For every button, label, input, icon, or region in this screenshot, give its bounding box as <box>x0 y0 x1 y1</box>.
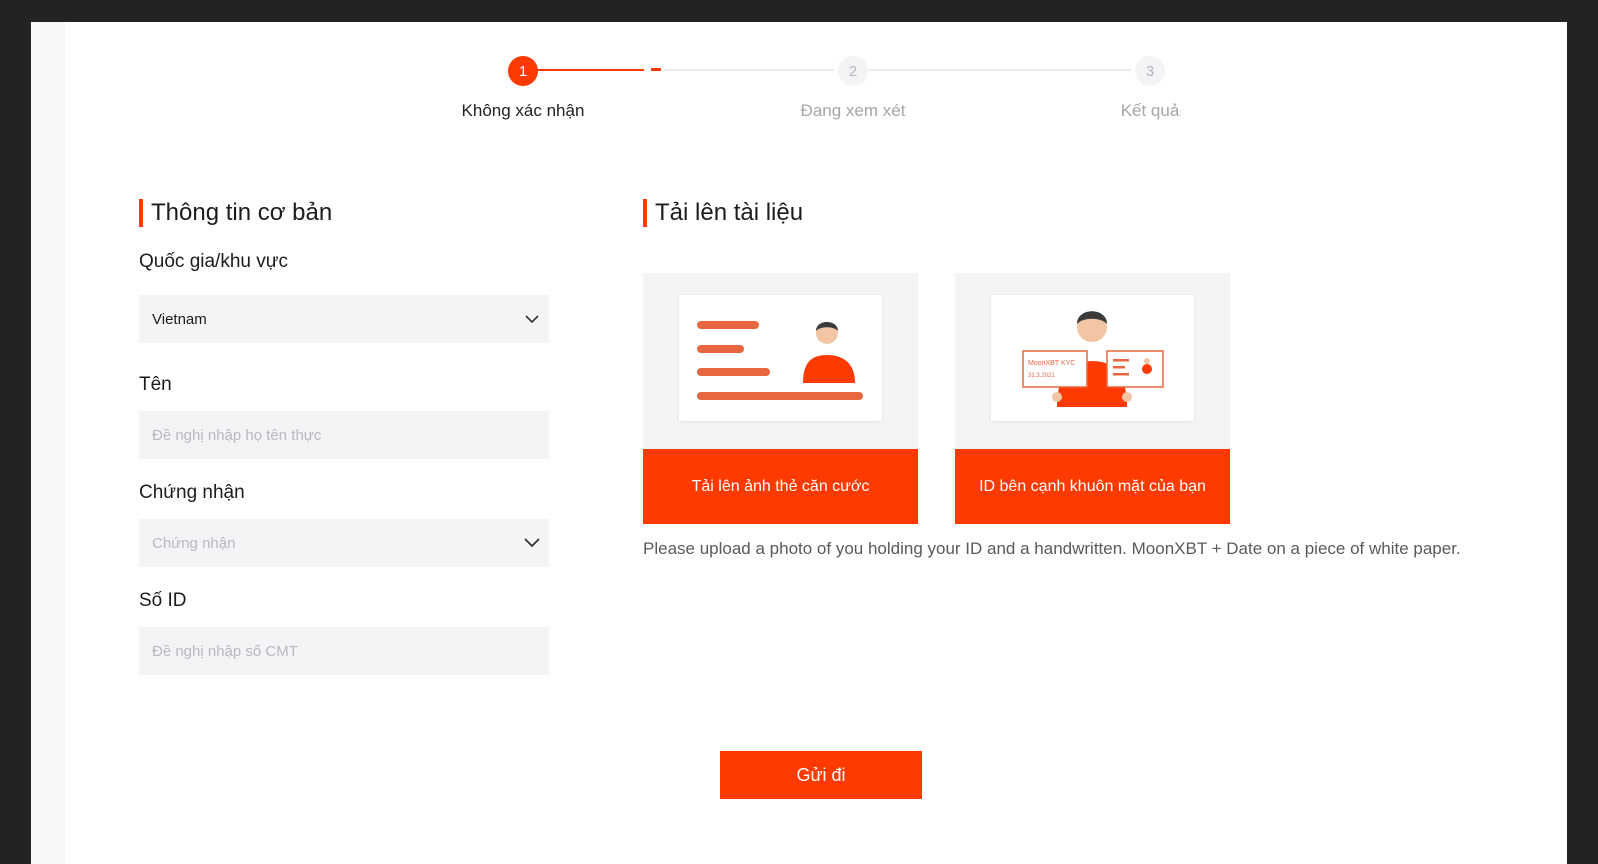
certificate-select[interactable]: Chứng nhận <box>139 519 549 567</box>
step-2-circle: 2 <box>838 56 868 86</box>
step-progress-line <box>537 69 644 71</box>
step-line-1-2 <box>664 69 834 71</box>
upload-title: Tải lên tài liệu <box>643 199 803 227</box>
step-progress-dash <box>651 68 661 71</box>
illustration-date-text: 31.3.2021 <box>1028 373 1055 379</box>
country-label: Quốc gia/khu vực <box>139 251 288 272</box>
selfie-with-id-illustration: MoonXBT KYC 31.3.2021 <box>991 295 1194 421</box>
illustration-kyc-text: MoonXBT KYC <box>1028 360 1075 367</box>
upload-selfie-button[interactable]: ID bên cạnh khuôn mặt của bạn <box>955 449 1230 524</box>
kyc-page: 1 2 3 Không xác nhận Đang xem xét Kết qu… <box>31 22 1567 864</box>
left-shade-strip <box>31 22 65 864</box>
chevron-down-icon <box>515 295 549 343</box>
selfie-upload-card[interactable]: MoonXBT KYC 31.3.2021 ID bên cạnh khuôn … <box>955 273 1230 524</box>
basic-info-title: Thông tin cơ bản <box>139 199 332 227</box>
name-input[interactable] <box>152 411 549 459</box>
name-field <box>139 411 549 459</box>
upload-instructions: Please upload a photo of you holding you… <box>643 539 1461 558</box>
step-3-label: Kết quả <box>1120 101 1180 120</box>
step-3-circle: 3 <box>1135 56 1165 86</box>
name-label: Tên <box>139 374 172 395</box>
step-1-label: Không xác nhận <box>461 101 585 120</box>
id-number-input[interactable] <box>152 627 549 675</box>
country-select[interactable]: Vietnam <box>139 295 549 343</box>
chevron-down-icon <box>515 519 549 567</box>
country-select-value: Vietnam <box>152 310 207 328</box>
step-line-2-3 <box>868 69 1131 71</box>
upload-id-card-button[interactable]: Tải lên ảnh thẻ căn cước <box>643 449 918 524</box>
submit-button[interactable]: Gửi đi <box>720 751 922 799</box>
id-number-label: Số ID <box>139 590 187 611</box>
id-number-field <box>139 627 549 675</box>
id-card-illustration <box>679 295 882 421</box>
certificate-label: Chứng nhận <box>139 482 245 503</box>
step-2-label: Đang xem xét <box>800 101 906 120</box>
step-1-circle: 1 <box>508 56 538 86</box>
id-card-upload-card[interactable]: Tải lên ảnh thẻ căn cước <box>643 273 918 524</box>
certificate-select-placeholder: Chứng nhận <box>152 534 236 552</box>
